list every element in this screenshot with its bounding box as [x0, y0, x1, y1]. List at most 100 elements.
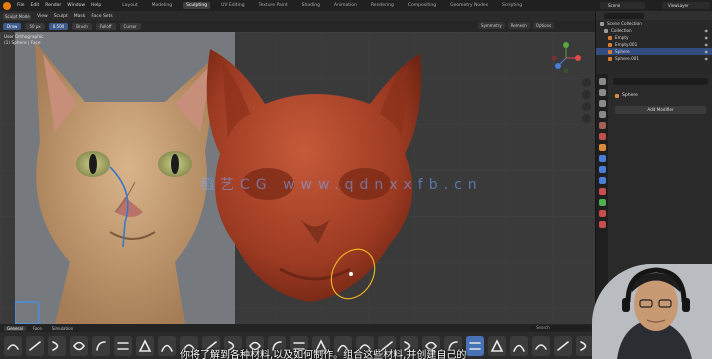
collection-icon — [600, 21, 604, 26]
menu-render[interactable]: Render — [45, 3, 61, 8]
mesh-object-icon — [615, 93, 619, 98]
mesh-object-icon — [608, 56, 612, 61]
render-tab-icon[interactable] — [598, 89, 606, 96]
outliner-row[interactable]: Scene Collection — [596, 20, 712, 27]
tab-modeling[interactable]: Modeling — [149, 2, 175, 9]
blender-logo-icon[interactable] — [3, 1, 11, 10]
brush-icon[interactable] — [532, 335, 550, 356]
brush-icon[interactable] — [136, 335, 154, 356]
camera-icon[interactable] — [582, 102, 591, 111]
outliner-row[interactable]: Collection ◉ — [596, 27, 712, 34]
tab-general[interactable]: General — [4, 325, 26, 331]
mesh-object-icon — [608, 49, 612, 54]
constraints-tab-icon[interactable] — [598, 188, 606, 195]
outliner-search-input[interactable] — [604, 12, 644, 19]
brush-icon[interactable] — [70, 335, 88, 356]
tab-rendering[interactable]: Rendering — [368, 2, 397, 9]
cursor-selector[interactable]: Cursor — [119, 23, 141, 30]
outliner-header — [596, 11, 712, 20]
tab-sculpting[interactable]: Sculpting — [183, 2, 211, 9]
eye-icon[interactable]: ◉ — [705, 35, 709, 40]
strength-field[interactable]: 0.500 — [48, 23, 69, 30]
pan-icon[interactable] — [582, 90, 591, 99]
perspective-icon[interactable] — [582, 114, 591, 123]
outliner-row-label: Collection — [611, 28, 632, 33]
video-subtitle: 你将了解到各种材料,以及如何制作。组合这些材料,并创建自己的 — [180, 350, 467, 359]
add-modifier-button[interactable]: Add Modifier — [615, 106, 706, 114]
menu-face-sets[interactable]: Face Sets — [91, 14, 112, 19]
object-name-row: Sphere — [609, 89, 712, 102]
tab-shading[interactable]: Shading — [299, 2, 323, 9]
brush-icon[interactable] — [114, 335, 132, 356]
data-tab-icon[interactable] — [598, 199, 606, 206]
viewport-header: Sculpt Mode View Sculpt Mask Face Sets — [0, 11, 595, 21]
scene-selector[interactable]: Scene — [600, 2, 645, 9]
menu-window[interactable]: Window — [67, 3, 85, 8]
viewport-options: Symmetry Remesh Options — [478, 22, 555, 29]
menu-file[interactable]: File — [17, 3, 25, 8]
workspace-tabs: Layout Modeling Sculpting UV Editing Tex… — [119, 2, 525, 9]
menu-edit[interactable]: Edit — [31, 3, 40, 8]
properties-search-input[interactable] — [613, 78, 708, 85]
tab-simulation[interactable]: Simulation — [49, 326, 76, 331]
brush-icon[interactable] — [4, 335, 22, 356]
brush-icon[interactable] — [158, 335, 176, 356]
zoom-icon[interactable] — [582, 78, 591, 87]
object-tab-icon[interactable] — [598, 144, 606, 151]
viewport-info: User Orthographic (1) Sphere | Face — [4, 35, 43, 47]
tab-uv-editing[interactable]: UV Editing — [218, 2, 247, 9]
tab-geometry-nodes[interactable]: Geometry Nodes — [447, 2, 491, 9]
direction-selector[interactable]: Brush — [72, 23, 92, 30]
output-tab-icon[interactable] — [598, 100, 606, 107]
brush-icon[interactable] — [510, 335, 528, 356]
menu-sculpt[interactable]: Sculpt — [54, 14, 68, 19]
outliner-row[interactable]: Sphere.001 ◉ — [596, 55, 712, 62]
menu-view[interactable]: View — [37, 14, 48, 19]
menu-help[interactable]: Help — [91, 3, 101, 8]
tab-texture-paint[interactable]: Texture Paint — [256, 2, 291, 9]
outliner-row-label: Sphere.001 — [615, 56, 640, 61]
menu-mask[interactable]: Mask — [74, 14, 86, 19]
brush-icon[interactable] — [488, 335, 506, 356]
tab-animation[interactable]: Animation — [331, 2, 360, 9]
eye-icon[interactable]: ◉ — [705, 49, 709, 54]
radius-field[interactable]: 50 px — [25, 23, 45, 30]
eye-icon[interactable]: ◉ — [705, 28, 709, 33]
watermark-text: 稻艺CG www.qdnxxfb.cn — [200, 177, 483, 193]
eye-icon[interactable]: ◉ — [705, 56, 709, 61]
tab-compositing[interactable]: Compositing — [405, 2, 439, 9]
particles-tab-icon[interactable] — [598, 166, 606, 173]
world-tab-icon[interactable] — [598, 133, 606, 140]
brush-icon[interactable] — [26, 335, 44, 356]
view-layer-selector[interactable]: ViewLayer — [662, 2, 710, 9]
tab-face[interactable]: Face — [30, 326, 45, 331]
shelf-search-input[interactable]: Search — [530, 325, 590, 331]
symmetry-dropdown[interactable]: Symmetry — [478, 22, 505, 29]
modifier-tab-icon[interactable] — [598, 155, 606, 162]
3d-viewport[interactable]: User Orthographic (1) Sphere | Face 稻艺CG… — [0, 32, 595, 324]
outliner-row[interactable]: Empty.001 ◉ — [596, 41, 712, 48]
mode-selector[interactable]: Sculpt Mode — [3, 12, 31, 20]
options-dropdown[interactable]: Options — [532, 22, 555, 29]
outliner-row-label: Empty — [615, 35, 629, 40]
falloff-selector[interactable]: Falloff — [95, 23, 116, 30]
outliner-row-selected[interactable]: Sphere ◉ — [596, 48, 712, 55]
material-tab-icon[interactable] — [598, 210, 606, 217]
view-layer-tab-icon[interactable] — [598, 111, 606, 118]
empty-object-icon — [608, 35, 612, 40]
brush-icon[interactable] — [48, 335, 66, 356]
brush-icon[interactable] — [554, 335, 572, 356]
tab-layout[interactable]: Layout — [119, 2, 140, 9]
remesh-dropdown[interactable]: Remesh — [507, 22, 530, 29]
eye-icon[interactable]: ◉ — [705, 42, 709, 47]
navigation-gizmo[interactable] — [548, 40, 584, 76]
scene-tab-icon[interactable] — [598, 122, 606, 129]
tab-scripting[interactable]: Scripting — [499, 2, 525, 9]
tool-tab-icon[interactable] — [598, 78, 606, 85]
brush-icon[interactable] — [92, 335, 110, 356]
texture-tab-icon[interactable] — [598, 221, 606, 228]
outliner-row[interactable]: Empty ◉ — [596, 34, 712, 41]
physics-tab-icon[interactable] — [598, 177, 606, 184]
brush-icon[interactable] — [466, 335, 484, 356]
brush-selector[interactable]: Draw — [3, 23, 22, 30]
